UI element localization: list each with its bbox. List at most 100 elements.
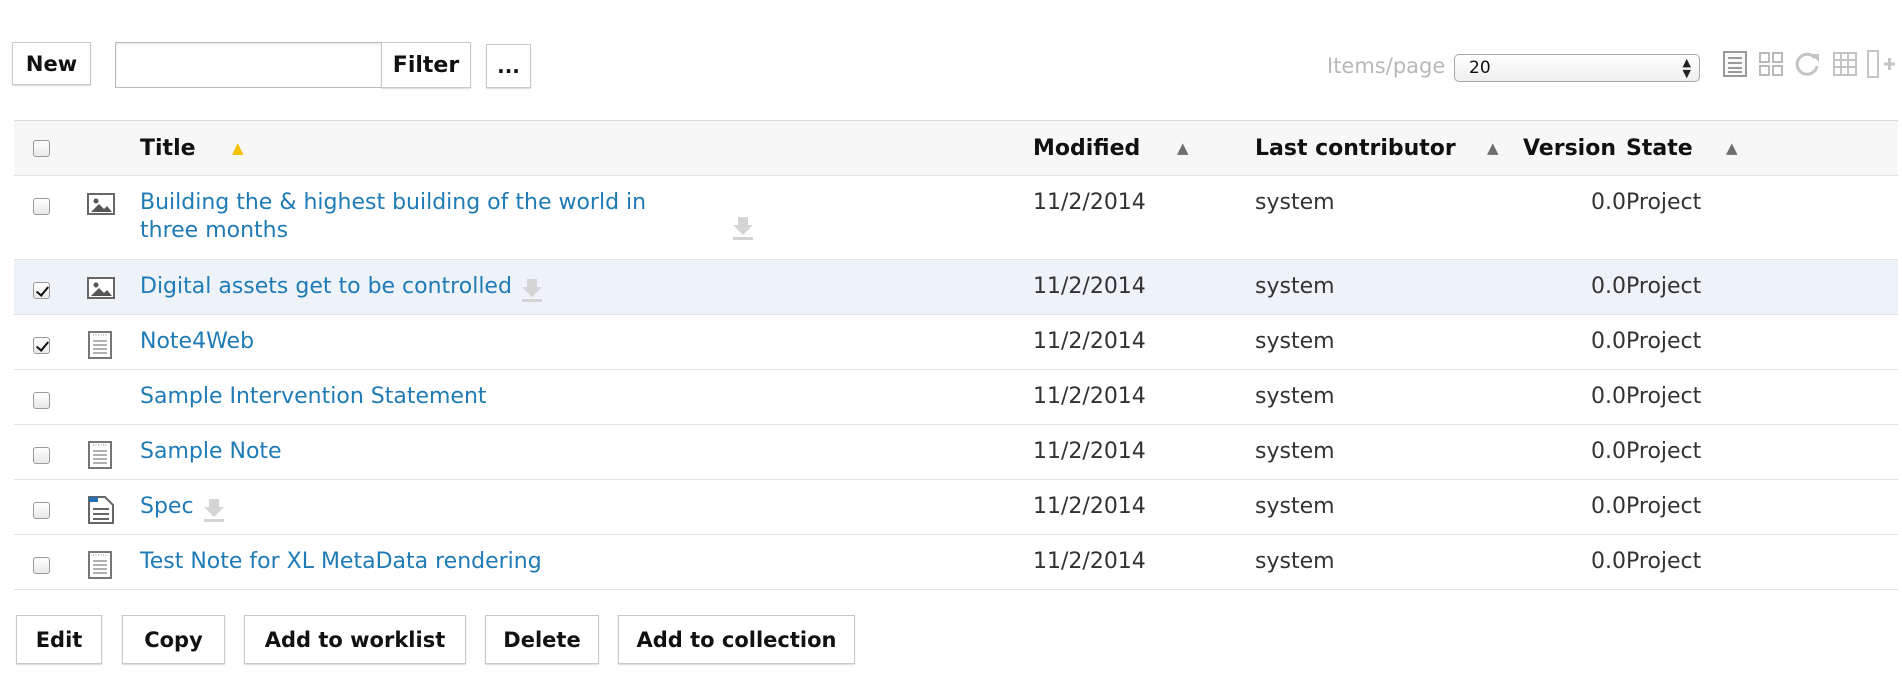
table-row[interactable]: Sample Note 11/2/2014 system 0.0 Project	[14, 424, 1898, 480]
row-title-cell: Spec	[140, 479, 1033, 535]
items-per-page-label: Items/page	[1327, 54, 1446, 78]
row-version: 0.0	[1520, 314, 1626, 370]
row-state: Project	[1626, 369, 1898, 425]
row-checkbox[interactable]	[33, 281, 50, 299]
row-state: Project	[1626, 534, 1898, 590]
content-table: Title ▲ Modified ▲ Last contributor ▲ Ve…	[14, 120, 1898, 590]
list-view-icon[interactable]	[1720, 48, 1750, 80]
row-title-cell: Note4Web	[140, 314, 1033, 370]
header-contributor-label: Last contributor	[1255, 135, 1456, 161]
row-version: 0.0	[1520, 175, 1626, 260]
refresh-icon[interactable]	[1792, 48, 1822, 80]
add-column-icon[interactable]	[1866, 48, 1896, 80]
table-export-icon[interactable]	[1830, 48, 1860, 80]
select-arrows-icon: ▲ ▼	[1682, 56, 1691, 80]
header-version-label: Version	[1522, 135, 1616, 161]
modified-sort-icon[interactable]: ▲	[1177, 139, 1189, 157]
row-checkbox-cell	[14, 175, 87, 260]
row-title-link[interactable]: Note4Web	[140, 329, 254, 354]
title-sort-asc-icon[interactable]: ▲	[232, 139, 244, 157]
row-checkbox-cell	[14, 424, 87, 480]
table-row[interactable]: Digital assets get to be controlled 11/2…	[14, 259, 1898, 315]
table-row[interactable]: Sample Intervention Statement 11/2/2014 …	[14, 369, 1898, 425]
note-icon	[87, 550, 140, 588]
row-contributor: system	[1255, 424, 1520, 480]
row-icon-cell	[87, 175, 140, 260]
header-state[interactable]: State ▲	[1626, 120, 1898, 176]
image-icon	[87, 275, 140, 309]
row-title-link[interactable]: Building the & highest building of the w…	[140, 190, 646, 243]
row-title-link[interactable]: Spec	[140, 494, 194, 519]
download-icon[interactable]	[201, 497, 227, 531]
row-modified: 11/2/2014	[1033, 314, 1255, 370]
download-icon[interactable]	[519, 277, 545, 311]
row-version: 0.0	[1520, 369, 1626, 425]
download-icon[interactable]	[730, 215, 756, 249]
row-version: 0.0	[1520, 479, 1626, 535]
note-icon	[87, 440, 140, 478]
row-icon-cell	[87, 534, 140, 590]
row-state: Project	[1626, 175, 1898, 260]
contributor-sort-icon[interactable]: ▲	[1487, 139, 1499, 157]
table-row[interactable]: Note4Web 11/2/2014 system 0.0 Project	[14, 314, 1898, 370]
filter-input[interactable]	[115, 42, 382, 88]
row-icon-cell	[87, 424, 140, 480]
grid-view-icon[interactable]	[1756, 48, 1786, 80]
row-title-link[interactable]: Sample Intervention Statement	[140, 384, 487, 409]
more-button[interactable]: ...	[486, 44, 531, 88]
row-checkbox[interactable]	[33, 197, 50, 215]
row-contributor: system	[1255, 314, 1520, 370]
row-checkbox[interactable]	[33, 391, 50, 409]
row-version: 0.0	[1520, 534, 1626, 590]
note-icon	[87, 330, 140, 368]
new-button[interactable]: New	[12, 42, 91, 85]
row-title-cell: Building the & highest building of the w…	[140, 175, 1033, 260]
row-icon-cell	[87, 314, 140, 370]
add-to-worklist-button[interactable]: Add to worklist	[244, 615, 466, 664]
row-version: 0.0	[1520, 259, 1626, 315]
delete-button[interactable]: Delete	[485, 615, 599, 664]
items-per-page-value: 20	[1469, 58, 1491, 78]
header-modified[interactable]: Modified ▲	[1033, 120, 1255, 176]
table-row[interactable]: Spec 11/2/2014 system 0.0 Project	[14, 479, 1898, 535]
table-row[interactable]: Building the & highest building of the w…	[14, 175, 1898, 260]
filter-button[interactable]: Filter	[381, 42, 471, 88]
row-state: Project	[1626, 259, 1898, 315]
row-title-cell: Sample Note	[140, 424, 1033, 480]
select-all-checkbox[interactable]	[33, 140, 50, 157]
state-sort-icon[interactable]: ▲	[1726, 139, 1738, 157]
table-header-row: Title ▲ Modified ▲ Last contributor ▲ Ve…	[14, 120, 1898, 176]
file-icon	[87, 495, 140, 533]
header-last-contributor[interactable]: Last contributor ▲	[1255, 120, 1520, 176]
row-checkbox-cell	[14, 259, 87, 315]
copy-button[interactable]: Copy	[122, 615, 225, 664]
row-checkbox[interactable]	[33, 336, 50, 354]
row-contributor: system	[1255, 369, 1520, 425]
edit-button[interactable]: Edit	[16, 615, 102, 664]
row-contributor: system	[1255, 479, 1520, 535]
row-modified: 11/2/2014	[1033, 259, 1255, 315]
row-title-cell: Sample Intervention Statement	[140, 369, 1033, 425]
row-title-link[interactable]: Digital assets get to be controlled	[140, 274, 512, 299]
row-contributor: system	[1255, 534, 1520, 590]
row-checkbox-cell	[14, 479, 87, 535]
header-version[interactable]: Version	[1520, 120, 1626, 176]
table-row[interactable]: Test Note for XL MetaData rendering 11/2…	[14, 534, 1898, 590]
row-title-link[interactable]: Test Note for XL MetaData rendering	[140, 549, 542, 574]
row-checkbox-cell	[14, 369, 87, 425]
row-title-link[interactable]: Sample Note	[140, 439, 282, 464]
row-checkbox[interactable]	[33, 446, 50, 464]
row-checkbox[interactable]	[33, 556, 50, 574]
header-state-label: State	[1626, 135, 1693, 161]
image-icon	[87, 191, 140, 225]
row-contributor: system	[1255, 259, 1520, 315]
row-checkbox[interactable]	[33, 501, 50, 519]
header-modified-label: Modified	[1033, 135, 1141, 161]
row-state: Project	[1626, 314, 1898, 370]
row-checkbox-cell	[14, 534, 87, 590]
row-version: 0.0	[1520, 424, 1626, 480]
add-to-collection-button[interactable]: Add to collection	[618, 615, 855, 664]
header-title[interactable]: Title ▲	[140, 120, 1033, 176]
row-title-cell: Digital assets get to be controlled	[140, 259, 1033, 315]
items-per-page-select[interactable]: 20 ▲ ▼	[1454, 54, 1700, 82]
